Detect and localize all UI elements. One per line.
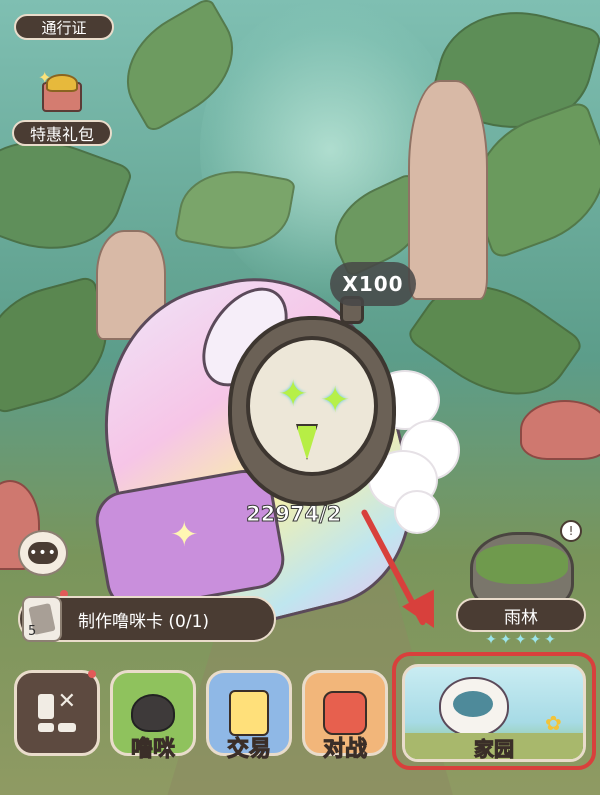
nav-label: 对战	[322, 737, 367, 763]
nav-lumi-button[interactable]: 噜咪	[110, 670, 196, 763]
rainforest-map-button[interactable]: ! 雨林 ✦✦✦✦✦	[456, 520, 586, 650]
map-name-label: 雨林	[456, 598, 586, 632]
sparkle-eye-icon: ✦	[320, 380, 351, 421]
task-bar[interactable]: 5 制作噜咪卡 (0/1)	[18, 596, 276, 642]
map-plants	[476, 544, 568, 584]
nav-trade-button[interactable]: 交易	[206, 670, 292, 763]
summon-compass[interactable]: ✦ ✦	[228, 296, 396, 516]
star-icon: ✦	[170, 515, 199, 555]
grid-menu-icon: ✕	[38, 691, 76, 732]
treasure-chest-icon: ✦	[34, 68, 90, 114]
nav-home-button[interactable]: ✿ 家园	[402, 664, 586, 762]
battle-pass-button[interactable]: 通行证	[14, 14, 114, 40]
cat-head-icon	[131, 694, 175, 732]
battle-icon	[323, 691, 367, 735]
home-cat-face	[453, 691, 493, 717]
gift-pack-button[interactable]: ✦ 特惠礼包	[12, 68, 112, 146]
nav-label: 交易	[226, 737, 271, 763]
chat-button[interactable]: •••	[18, 530, 68, 576]
smoke-cloud	[394, 490, 440, 534]
nav-label: 噜咪	[130, 737, 175, 763]
nav-menu-button[interactable]: ✕	[14, 670, 100, 756]
compass-face	[246, 336, 378, 476]
gift-pack-label: 特惠礼包	[12, 120, 112, 146]
red-mushroom	[520, 400, 600, 460]
card-icon: 5	[22, 596, 62, 642]
chat-bubble-icon: •••	[28, 542, 58, 564]
card-count: 5	[28, 624, 37, 639]
summon-multiplier-badge: X100	[330, 262, 416, 306]
sparkle-eye-icon: ✦	[278, 374, 309, 415]
progress-counter: 22974/2	[246, 502, 342, 526]
nav-home-label: 家园	[405, 733, 583, 759]
nav-battle-button[interactable]: 对战	[302, 670, 388, 763]
trade-book-icon	[229, 690, 269, 736]
map-star-rating: ✦✦✦✦✦	[485, 632, 559, 648]
task-label: 制作噜咪卡 (0/1)	[78, 611, 210, 632]
notification-dot	[88, 670, 96, 678]
alert-clock-icon[interactable]: !	[560, 520, 582, 542]
stone-pillar	[408, 80, 488, 300]
flower-icon: ✿	[545, 711, 562, 735]
